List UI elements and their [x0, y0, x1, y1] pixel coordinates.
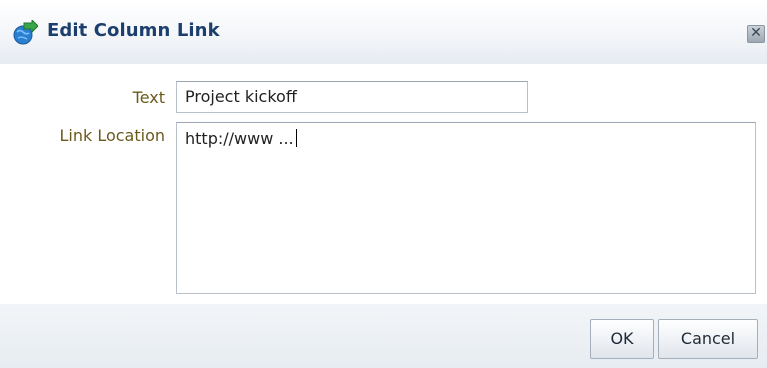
edit-column-link-dialog: Edit Column Link ✕ Text Project kickoff … [0, 0, 767, 368]
link-location-textarea[interactable]: http://www ... [176, 122, 756, 294]
close-button[interactable]: ✕ [747, 25, 765, 43]
link-location-label: Link Location [59, 126, 165, 145]
dialog-titlebar: Edit Column Link ✕ [0, 0, 767, 64]
close-icon: ✕ [750, 25, 762, 41]
text-input-value: Project kickoff [185, 87, 297, 106]
text-label: Text [132, 88, 165, 107]
cancel-button[interactable]: Cancel [658, 319, 758, 359]
text-caret [295, 129, 297, 147]
link-globe-arrow-icon [13, 20, 38, 45]
link-location-value: http://www ... [185, 129, 294, 148]
dialog-title: Edit Column Link [47, 20, 220, 41]
text-input[interactable]: Project kickoff [176, 81, 528, 113]
ok-button[interactable]: OK [590, 319, 654, 359]
